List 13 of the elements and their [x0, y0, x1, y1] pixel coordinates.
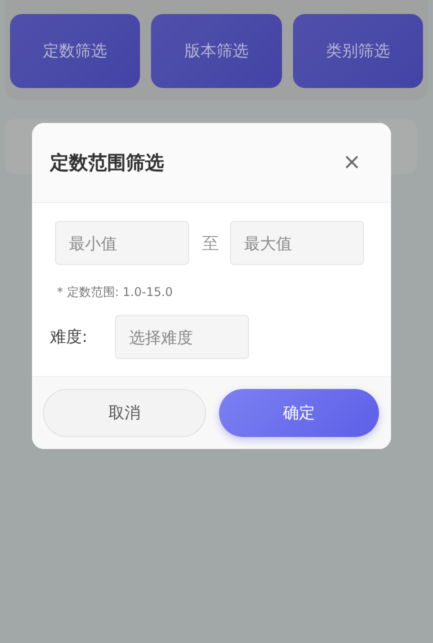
close-button[interactable]: ×	[342, 150, 361, 175]
max-value-field[interactable]: 最大值	[230, 221, 364, 265]
range-separator: 至	[202, 232, 219, 254]
filter-button[interactable]: 类别筛选	[292, 14, 423, 88]
cancel-button[interactable]: 取消	[43, 389, 206, 437]
filter-button[interactable]: 定数筛选	[10, 14, 140, 88]
min-value-field[interactable]: 最小值	[55, 221, 189, 265]
range-hint: * 定数范围: 1.0-15.0	[57, 284, 174, 301]
confirm-button[interactable]: 确定	[218, 389, 379, 437]
filter-button[interactable]: 版本筛选	[151, 14, 282, 88]
difficulty-label: 难度:	[50, 326, 88, 348]
difficulty-select[interactable]: 选择难度	[115, 315, 249, 359]
dialog-title: 定数范围筛选	[50, 150, 164, 176]
